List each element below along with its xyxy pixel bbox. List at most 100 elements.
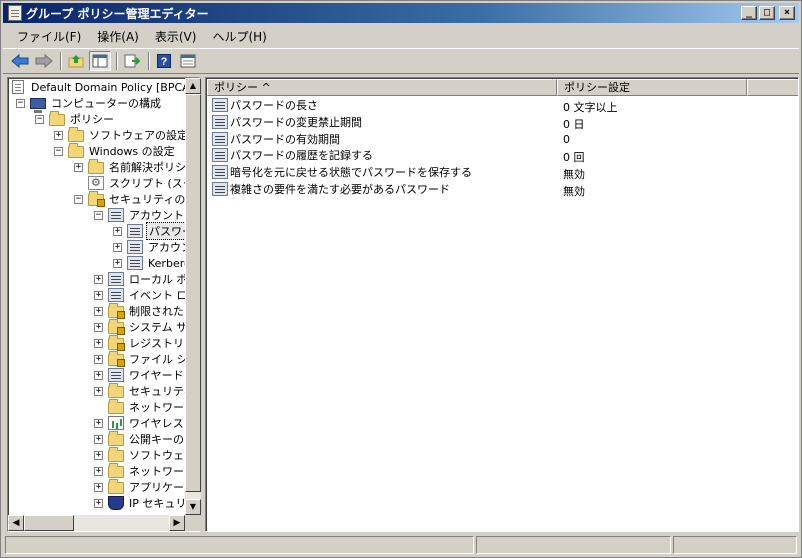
policy-row[interactable]: パスワードの長さ xyxy=(212,97,318,113)
close-button[interactable]: × xyxy=(779,6,795,20)
back-button[interactable] xyxy=(9,51,31,71)
help-button[interactable]: ? xyxy=(153,51,175,71)
tree-node[interactable]: ネットワーク xyxy=(94,399,197,415)
tree-node[interactable]: + ソフトウェアの設定 xyxy=(54,127,190,143)
tree-node-label: Windows の設定 xyxy=(89,145,175,158)
tree-node-label: 制限された xyxy=(129,305,184,318)
maximize-button[interactable]: □ xyxy=(759,6,775,20)
tree-node[interactable]: + 制限された xyxy=(94,303,186,319)
expand-toggle[interactable]: + xyxy=(94,290,103,300)
menu-file[interactable]: ファイル(F) xyxy=(9,26,89,47)
tree-node[interactable]: − コンピューターの構成 xyxy=(16,95,163,113)
up-one-level-button[interactable] xyxy=(65,51,87,71)
column-header-policy[interactable]: ポリシー ^ xyxy=(207,79,557,96)
folder-icon xyxy=(108,479,124,494)
collapse-toggle[interactable]: − xyxy=(35,114,44,124)
tree-node[interactable]: − Windows の設定 xyxy=(54,143,177,159)
tree-node-label: システム サ xyxy=(129,321,188,334)
scroll-left-button[interactable]: ◀ xyxy=(8,515,24,531)
tree-node[interactable]: + パスワー xyxy=(113,222,196,240)
scroll-down-button[interactable]: ▼ xyxy=(185,499,201,515)
tree-node-label: ポリシー xyxy=(70,113,114,126)
expand-toggle[interactable]: + xyxy=(113,226,122,236)
menu-action[interactable]: 操作(A) xyxy=(89,26,147,47)
security-folder-icon xyxy=(108,303,125,319)
expand-toggle[interactable]: + xyxy=(94,418,103,428)
folder-icon xyxy=(108,463,124,478)
menu-view[interactable]: 表示(V) xyxy=(147,26,205,47)
policy-name: パスワードの有効期間 xyxy=(230,132,340,146)
collapse-toggle[interactable]: − xyxy=(94,210,103,220)
tree-node[interactable]: + アカウン xyxy=(113,239,194,255)
details-pane[interactable]: ポリシー ^ ポリシー設定 パスワードの長さ 0 文字以上 パスワードの変更禁止期間… xyxy=(205,77,799,532)
show-hide-tree-button[interactable] xyxy=(89,51,111,71)
scroll-right-button[interactable]: ▶ xyxy=(169,515,185,531)
column-header-setting[interactable]: ポリシー設定 xyxy=(557,79,747,96)
policy-setting-icon xyxy=(212,182,228,196)
collapse-toggle[interactable]: − xyxy=(54,146,63,156)
tree-node[interactable]: + アプリケーシ xyxy=(94,479,197,495)
policy-row[interactable]: 暗号化を元に戻せる状態でパスワードを保存する xyxy=(212,164,472,180)
collapse-toggle[interactable]: − xyxy=(74,194,83,204)
forward-button[interactable] xyxy=(33,51,55,71)
scroll-thumb[interactable] xyxy=(185,94,201,492)
expand-toggle[interactable]: + xyxy=(54,130,63,140)
expand-toggle[interactable]: + xyxy=(94,482,103,492)
tree-node[interactable]: + システム サ xyxy=(94,319,189,335)
expand-toggle[interactable]: + xyxy=(94,338,103,348)
policy-row[interactable]: パスワードの有効期間 xyxy=(212,131,340,147)
expand-toggle[interactable]: + xyxy=(94,370,103,380)
export-list-button[interactable] xyxy=(121,51,143,71)
tree-node[interactable]: + 公開キーの xyxy=(94,431,186,447)
scroll-up-button[interactable]: ▲ xyxy=(185,78,201,94)
expand-toggle[interactable]: + xyxy=(94,434,103,444)
expand-toggle[interactable]: + xyxy=(94,386,103,396)
policy-name: 暗号化を元に戻せる状態でパスワードを保存する xyxy=(230,166,472,180)
tree-node[interactable]: + レジストリ xyxy=(94,335,186,351)
tree-node[interactable]: + ソフトウェア xyxy=(94,447,197,463)
minimize-button[interactable]: _ xyxy=(741,6,757,20)
policy-row[interactable]: パスワードの履歴を記録する xyxy=(212,147,373,163)
tree-node[interactable]: スクリプト (スター xyxy=(74,175,199,191)
policy-document-icon xyxy=(12,80,24,94)
tree-node[interactable]: Default Domain Policy [BPCA xyxy=(10,79,192,95)
expand-toggle[interactable]: + xyxy=(94,354,103,364)
expand-toggle[interactable]: + xyxy=(94,306,103,316)
policy-row[interactable]: 複雑さの要件を満たす必要があるパスワード xyxy=(212,181,450,197)
title-bar[interactable]: グループ ポリシー管理エディター _ □ × xyxy=(3,3,799,23)
tree-vertical-scrollbar[interactable]: ▲ ▼ xyxy=(185,78,201,515)
tree-node[interactable]: + IP セキュリテ xyxy=(94,495,199,511)
tree-node-label: Default Domain Policy [BPCA xyxy=(31,80,190,94)
policy-name: パスワードの履歴を記録する xyxy=(230,149,373,163)
help-icon: ? xyxy=(157,54,171,68)
tree-node[interactable]: + Kerbero xyxy=(113,255,193,271)
hscroll-thumb[interactable] xyxy=(24,515,74,531)
tree-node[interactable]: − ポリシー xyxy=(35,111,116,127)
up-folder-icon xyxy=(68,55,84,68)
console-tree[interactable]: Default Domain Policy [BPCA − コンピューターの構成 − ポ… xyxy=(7,77,200,532)
tree-node[interactable]: + 名前解決ポリシ xyxy=(74,159,188,175)
expand-toggle[interactable]: + xyxy=(113,258,122,268)
tree-node[interactable]: + ワイヤード ( xyxy=(94,367,193,383)
expand-toggle[interactable]: + xyxy=(94,274,103,284)
policy-row[interactable]: パスワードの変更禁止期間 xyxy=(212,114,362,130)
expand-toggle[interactable]: + xyxy=(113,242,122,252)
tree-node[interactable]: − セキュリティの設 xyxy=(74,191,198,207)
tree-node[interactable]: + セキュリティ xyxy=(94,383,196,399)
properties-button[interactable] xyxy=(177,51,199,71)
toolbar: ? xyxy=(3,48,799,74)
expand-toggle[interactable]: + xyxy=(94,498,103,508)
menu-bar: ファイル(F) 操作(A) 表示(V) ヘルプ(H) xyxy=(3,25,799,47)
collapse-toggle[interactable]: − xyxy=(16,98,25,108)
tree-node[interactable]: + ネットワーク xyxy=(94,463,197,479)
expand-toggle[interactable]: + xyxy=(94,322,103,332)
computer-icon xyxy=(30,97,46,113)
expand-toggle[interactable]: + xyxy=(94,466,103,476)
policy-setting-icon xyxy=(212,148,228,163)
tree-node-label: レジストリ xyxy=(129,337,184,350)
expand-toggle[interactable]: + xyxy=(74,162,83,172)
tree-horizontal-scrollbar[interactable]: ◀ ▶ xyxy=(8,515,185,531)
menu-help[interactable]: ヘルプ(H) xyxy=(204,26,274,47)
expand-toggle[interactable]: + xyxy=(94,450,103,460)
